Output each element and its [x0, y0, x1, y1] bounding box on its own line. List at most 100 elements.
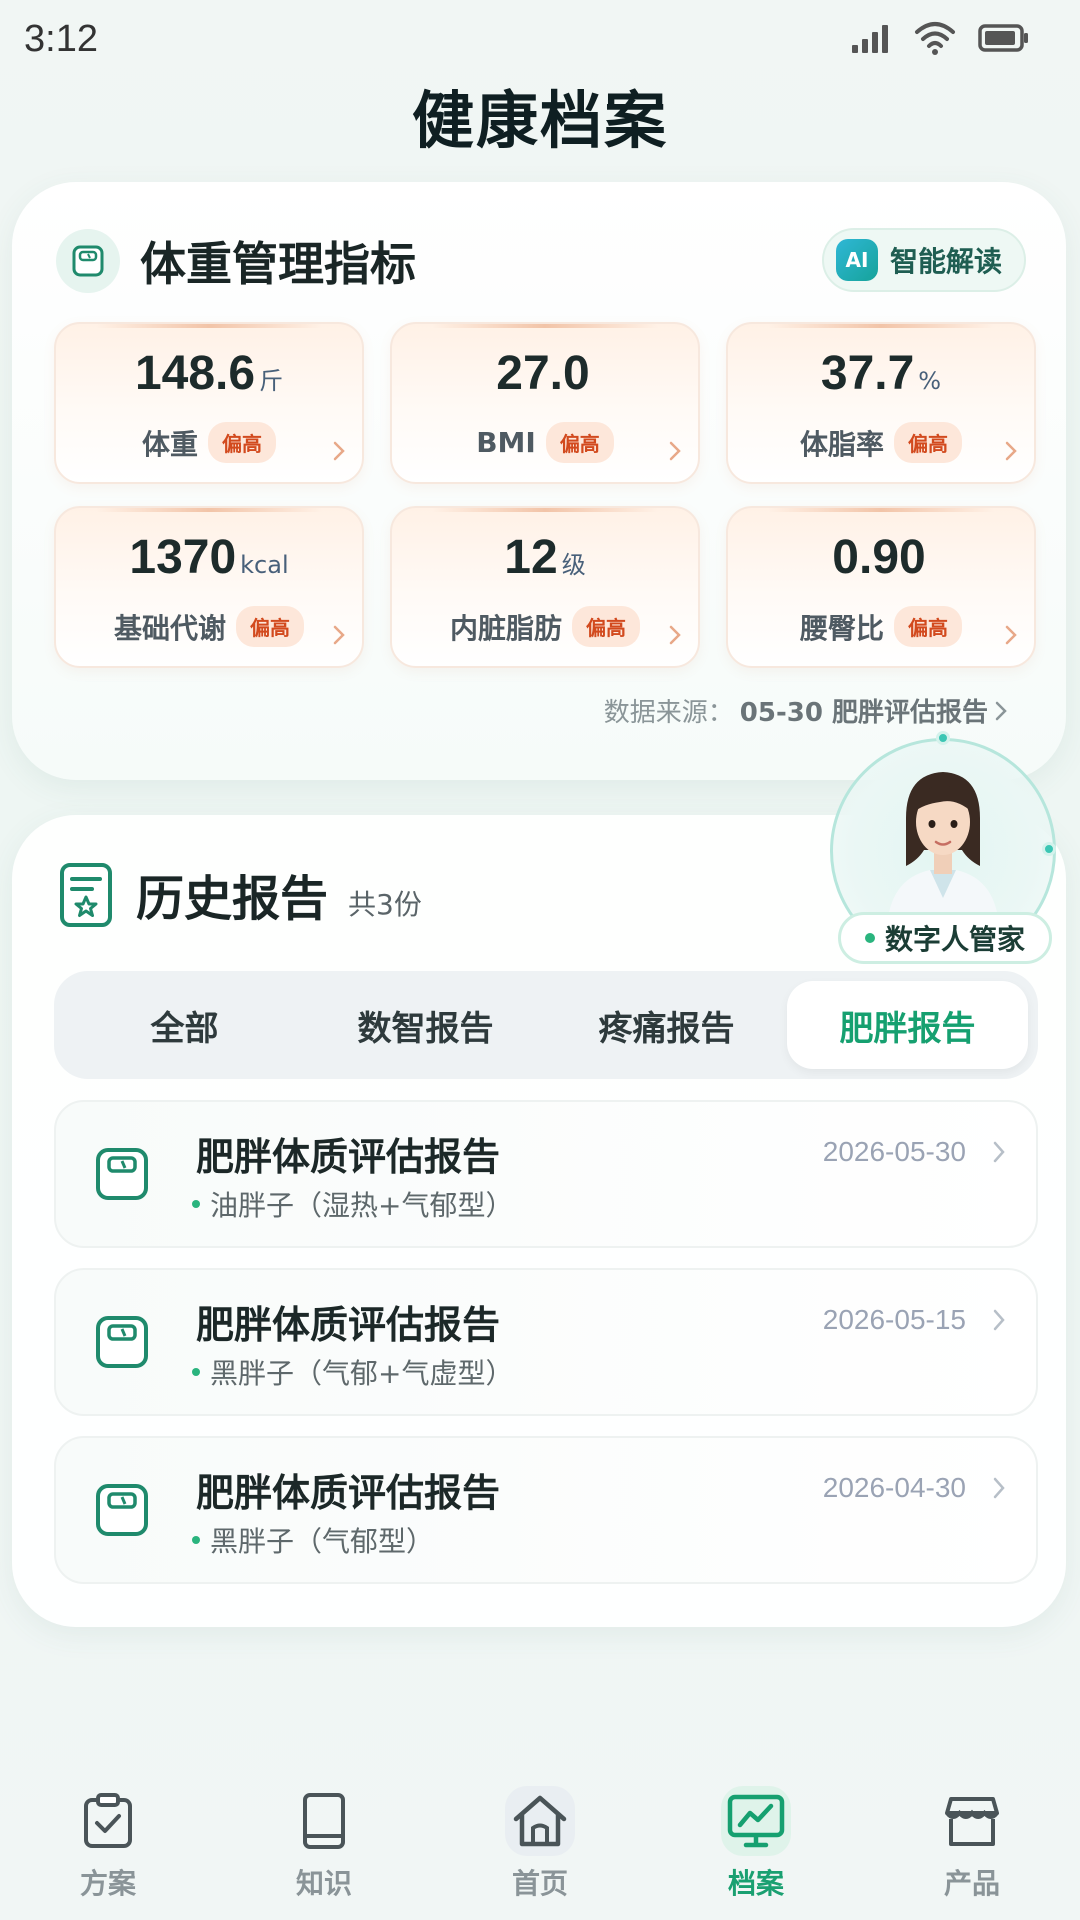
- tab-all[interactable]: 全部: [64, 981, 305, 1069]
- ai-interpret-label: 智能解读: [889, 245, 1002, 278]
- online-dot: [864, 933, 875, 943]
- status-badge: 偏高: [572, 606, 640, 647]
- weight-metrics-card: 体重管理指标 AI 智能解读 148.6 斤 体重 偏高 27.0 BMI 偏高 37…: [12, 182, 1066, 780]
- metric-label: 腰臀比: [799, 611, 884, 645]
- report-title: 肥胖体质评估报告: [196, 1303, 501, 1347]
- scale-icon: [96, 1316, 148, 1368]
- status-time: 3:12: [24, 18, 98, 60]
- chevron-right-icon: [333, 625, 345, 645]
- chevron-right-icon: [1005, 625, 1017, 645]
- scale-icon: [96, 1148, 148, 1200]
- chevron-right-icon: [669, 441, 681, 461]
- metric-weight[interactable]: 148.6 斤 体重 偏高: [54, 322, 364, 484]
- report-date: 2026-04-30: [822, 1472, 966, 1503]
- history-header: 历史报告 共3份: [56, 859, 422, 929]
- metric-unit: %: [918, 367, 942, 395]
- chevron-right-icon: [993, 1309, 1005, 1331]
- data-source-prefix: 数据来源：: [603, 698, 734, 728]
- nav-label: 方案: [79, 1867, 136, 1900]
- book-icon: [289, 1786, 359, 1856]
- report-type: 油胖子（湿热+气郁型）: [210, 1189, 514, 1222]
- battery-icon: [978, 24, 1028, 52]
- chart-monitor-icon: [721, 1786, 791, 1856]
- assistant-label-text: 数字人管家: [884, 923, 1025, 956]
- nav-item-knowledge[interactable]: 知识: [216, 1772, 432, 1920]
- metric-unit: kcal: [240, 551, 289, 579]
- report-list: 肥胖体质评估报告 油胖子（湿热+气郁型） 2026-05-30 肥胖体质评估报告…: [54, 1100, 1038, 1604]
- digital-assistant-label[interactable]: 数字人管家: [838, 912, 1052, 964]
- report-date: 2026-05-30: [822, 1136, 966, 1167]
- metric-value: 148.6: [134, 347, 256, 400]
- metric-label: 体脂率: [799, 427, 884, 461]
- nav-label: 首页: [511, 1867, 568, 1900]
- metric-label: 基础代谢: [113, 611, 226, 645]
- report-type: 黑胖子（气郁+气虚型）: [210, 1357, 514, 1390]
- status-badge: 偏高: [545, 422, 614, 463]
- metric-bmi[interactable]: 27.0 BMI 偏高: [390, 322, 700, 484]
- metrics-header: 体重管理指标: [56, 228, 416, 294]
- metric-unit: 级: [561, 551, 586, 579]
- chevron-right-icon: [993, 1477, 1005, 1499]
- signal-icon: [852, 25, 888, 53]
- metric-waist-hip[interactable]: 0.90 腰臀比 偏高: [726, 506, 1036, 668]
- metric-label: 体重: [141, 427, 198, 461]
- bullet-dot: [192, 1368, 200, 1376]
- chevron-right-icon: [1005, 441, 1017, 461]
- status-icons: [852, 20, 1030, 56]
- status-badge: 偏高: [894, 422, 962, 463]
- tab-obesity-report[interactable]: 肥胖报告: [787, 981, 1028, 1069]
- report-list-item[interactable]: 肥胖体质评估报告 油胖子（湿热+气郁型） 2026-05-30: [54, 1100, 1038, 1248]
- scale-icon: [96, 1484, 148, 1536]
- metric-visceral-fat[interactable]: 12 级 内脏脂肪 偏高: [390, 506, 700, 668]
- metric-label: BMI: [476, 426, 536, 459]
- metric-value: 27.0: [496, 347, 590, 400]
- nav-item-records[interactable]: 档案: [648, 1772, 864, 1920]
- page-title: 健康档案: [411, 84, 668, 157]
- report-title: 肥胖体质评估报告: [196, 1135, 501, 1179]
- chevron-right-icon: [993, 1141, 1005, 1163]
- status-bar: 3:12: [0, 0, 1080, 80]
- data-source-link[interactable]: 数据来源： 05-30 肥胖评估报告: [604, 692, 1008, 729]
- bullet-dot: [192, 1200, 200, 1208]
- metric-body-fat[interactable]: 37.7% 体脂率 偏高: [726, 322, 1036, 484]
- chevron-right-icon: [669, 625, 681, 645]
- report-list-item[interactable]: 肥胖体质评估报告 黑胖子（气郁型） 2026-04-30: [54, 1436, 1038, 1584]
- report-title: 肥胖体质评估报告: [196, 1471, 501, 1515]
- store-icon: [937, 1786, 1007, 1856]
- history-count: 共3份: [348, 888, 422, 921]
- metric-bmr[interactable]: 1370 kcal 基础代谢 偏高: [54, 506, 364, 668]
- ai-badge: AI: [835, 239, 878, 281]
- tab-digital-report[interactable]: 数智报告: [305, 981, 546, 1069]
- history-title: 历史报告: [136, 871, 329, 927]
- tab-pain-report[interactable]: 疼痛报告: [546, 981, 787, 1069]
- report-type: 黑胖子（气郁型）: [210, 1525, 435, 1558]
- nav-label: 知识: [295, 1867, 352, 1900]
- bullet-dot: [192, 1536, 200, 1544]
- bottom-nav: 方案 知识 首页 档案 产品: [0, 1772, 1080, 1920]
- metric-value: 12: [504, 531, 558, 584]
- nav-item-plan[interactable]: 方案: [0, 1772, 216, 1920]
- report-subtitle: 黑胖子（气郁+气虚型）: [192, 1352, 513, 1392]
- home-icon: [505, 1786, 575, 1856]
- nav-item-home[interactable]: 首页: [432, 1772, 648, 1920]
- status-badge: 偏高: [894, 606, 962, 647]
- ai-interpret-button[interactable]: AI 智能解读: [821, 228, 1026, 292]
- report-subtitle: 黑胖子（气郁型）: [192, 1520, 434, 1560]
- metric-value: 37.7: [820, 347, 915, 400]
- report-document-icon: [60, 863, 112, 927]
- metrics-title: 体重管理指标: [140, 237, 416, 291]
- scale-icon: [56, 229, 120, 293]
- chevron-right-icon: [333, 441, 345, 461]
- nav-label: 档案: [727, 1867, 784, 1900]
- nav-label: 产品: [943, 1867, 1000, 1900]
- chevron-right-icon: [995, 701, 1007, 720]
- metric-grid: 148.6 斤 体重 偏高 27.0 BMI 偏高 37.7% 体脂率 偏高 1370 k…: [54, 322, 1036, 668]
- report-subtitle: 油胖子（湿热+气郁型）: [192, 1184, 513, 1224]
- nav-item-products[interactable]: 产品: [864, 1772, 1080, 1920]
- clipboard-check-icon: [73, 1786, 143, 1856]
- metric-label: 内脏脂肪: [449, 611, 562, 645]
- report-date: 2026-05-15: [822, 1304, 966, 1335]
- report-list-item[interactable]: 肥胖体质评估报告 黑胖子（气郁+气虚型） 2026-05-15: [54, 1268, 1038, 1416]
- metric-value: 1370: [129, 531, 237, 584]
- report-tabs: 全部 数智报告 疼痛报告 肥胖报告: [54, 971, 1038, 1079]
